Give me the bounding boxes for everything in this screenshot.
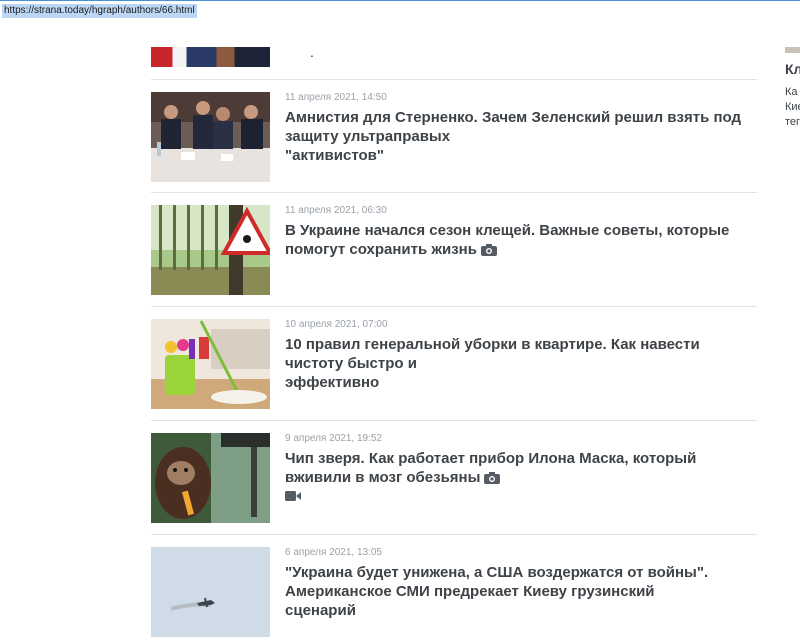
camera-icon xyxy=(480,244,497,256)
article-date: 6 апреля 2021, 13:05 xyxy=(285,547,382,558)
separator xyxy=(151,79,757,80)
article-title[interactable]: Чип зверя. Как работает прибор Илона Мас… xyxy=(285,449,755,487)
video-icon xyxy=(285,491,301,501)
separator xyxy=(151,306,757,307)
article-title-partial[interactable]: . xyxy=(310,44,314,60)
window-top-border xyxy=(0,0,800,1)
article-date: 9 апреля 2021, 19:52 xyxy=(285,433,382,444)
camera-icon xyxy=(484,472,501,484)
separator xyxy=(151,420,757,421)
url-text[interactable]: https://strana.today/hgraph/authors/66.h… xyxy=(2,4,197,18)
article-item[interactable]: 9 апреля 2021, 19:52 Чип зверя. Как рабо… xyxy=(151,433,757,525)
sidebar-text[interactable]: тег xyxy=(785,116,800,128)
article-date: 10 апреля 2021, 07:00 xyxy=(285,319,388,330)
article-title[interactable]: 10 правил генеральной уборки в квартире.… xyxy=(285,335,755,392)
article-thumbnail[interactable] xyxy=(151,547,270,637)
article-item[interactable]: 10 апреля 2021, 07:00 10 правил генераль… xyxy=(151,319,757,411)
sidebar-heading: Кл xyxy=(785,61,800,77)
sidebar-text[interactable]: Ка xyxy=(785,86,798,98)
article-item[interactable]: 6 апреля 2021, 13:05 "Украина будет униж… xyxy=(151,547,757,639)
article-thumbnail-partial[interactable] xyxy=(151,47,270,67)
article-title[interactable]: Амнистия для Стерненко. Зачем Зеленский … xyxy=(285,108,755,165)
article-title[interactable]: "Украина будет унижена, а США воздержатс… xyxy=(285,563,755,620)
article-date: 11 апреля 2021, 06:30 xyxy=(285,205,387,216)
article-item[interactable]: 11 апреля 2021, 14:50 Амнистия для Стерн… xyxy=(151,92,757,184)
article-thumbnail[interactable] xyxy=(151,433,270,523)
article-title[interactable]: В Украине начался сезон клещей. Важные с… xyxy=(285,221,755,259)
article-thumbnail[interactable] xyxy=(151,92,270,182)
article-date: 11 апреля 2021, 14:50 xyxy=(285,92,387,103)
sidebar-thumbnail-partial[interactable] xyxy=(785,47,800,53)
article-thumbnail[interactable] xyxy=(151,319,270,409)
separator xyxy=(151,534,757,535)
article-thumbnail[interactable] xyxy=(151,205,270,295)
separator xyxy=(151,192,757,193)
article-item[interactable]: 11 апреля 2021, 06:30 В Украине начался … xyxy=(151,205,757,297)
sidebar-text[interactable]: Кие xyxy=(785,101,800,113)
